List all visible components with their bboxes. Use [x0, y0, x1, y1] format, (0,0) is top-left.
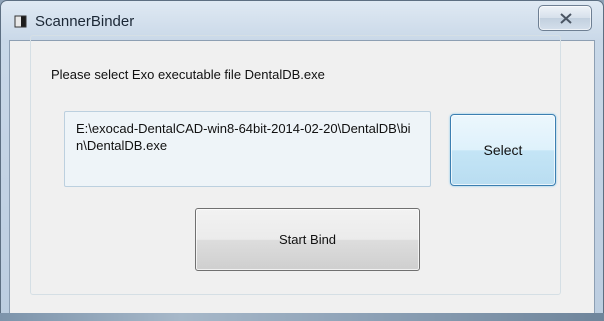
close-x-icon: [560, 13, 572, 24]
exe-path-text: E:\exocad-DentalCAD-win8-64bit-2014-02-2…: [76, 121, 411, 153]
window-title: ScannerBinder: [35, 13, 135, 30]
close-button[interactable]: [538, 5, 592, 31]
start-bind-button[interactable]: Start Bind: [195, 208, 420, 271]
groupbox-legend: Please select Exo executable file Dental…: [47, 67, 329, 82]
desktop-taskbar-edge: [0, 313, 604, 321]
select-button[interactable]: Select: [450, 114, 556, 186]
scanner-app-icon: [14, 15, 27, 28]
